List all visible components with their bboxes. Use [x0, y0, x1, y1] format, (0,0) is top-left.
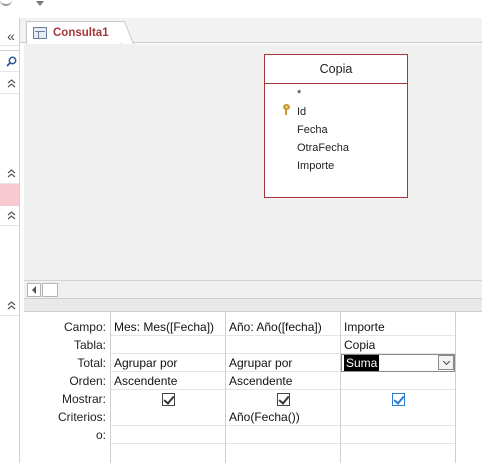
grid-column-3: Importe Copia Suma [340, 312, 455, 463]
expand-up-icon[interactable] [0, 164, 19, 184]
pane-splitter[interactable] [24, 298, 482, 312]
selected-object-marker[interactable] [0, 184, 19, 206]
mostrar-checkbox[interactable] [277, 393, 290, 406]
total-cell[interactable]: Agrupar por [226, 354, 340, 372]
search-icon[interactable] [0, 52, 19, 72]
total-cell[interactable]: Agrupar por [111, 354, 225, 372]
grid-column-1: Mes: Mes([Fecha]) Agrupar por Ascendente [110, 312, 225, 463]
field-list-title[interactable]: Copia [265, 55, 407, 84]
undo-arc-icon[interactable] [0, 0, 12, 6]
scroll-left-icon[interactable] [27, 283, 41, 297]
document-tab-strip: Consulta1 [20, 18, 482, 44]
nav-divider [0, 50, 19, 51]
label-mostrar: Mostrar: [61, 392, 106, 406]
campo-cell[interactable]: Año: Año([fecha]) [226, 318, 340, 336]
scroll-thumb[interactable] [42, 283, 58, 297]
field-all[interactable]: * [297, 88, 301, 100]
mostrar-checkbox[interactable] [162, 393, 175, 406]
dropdown-icon[interactable] [438, 355, 454, 370]
orden-cell[interactable]: Ascendente [226, 372, 340, 390]
tab-consulta1[interactable]: Consulta1 [26, 21, 122, 44]
expand-up-icon[interactable] [0, 296, 19, 316]
field-fecha[interactable]: Fecha [297, 124, 328, 136]
campo-cell[interactable]: Mes: Mes([Fecha]) [111, 318, 225, 336]
row-labels: Campo: Tabla: Total: Orden: Mostrar: Cri… [24, 312, 110, 463]
design-grid: Campo: Tabla: Total: Orden: Mostrar: Cri… [24, 312, 482, 463]
criterios-cell[interactable] [341, 408, 455, 426]
total-value: Suma [344, 354, 380, 371]
field-importe[interactable]: Importe [297, 160, 334, 172]
label-criterios: Criterios: [57, 410, 106, 424]
field-id[interactable]: Id [297, 106, 306, 118]
orden-cell[interactable]: Ascendente [111, 372, 225, 390]
mostrar-checkbox[interactable] [392, 393, 405, 406]
criterios-cell[interactable]: Año(Fecha()) [226, 408, 340, 426]
table-pane: Copia * Id Fecha OtraFecha Importe [24, 44, 482, 280]
label-tabla: Tabla: [73, 338, 106, 352]
grid-column-2: Año: Año([fecha]) Agrupar por Ascendente… [225, 312, 340, 463]
orden-cell[interactable] [341, 372, 455, 390]
field-list-copia[interactable]: Copia * Id Fecha OtraFecha Importe [264, 54, 408, 198]
or-cell[interactable] [341, 426, 455, 444]
key-icon [282, 104, 290, 116]
label-total: Total: [77, 356, 106, 370]
tabla-cell[interactable]: Copia [341, 336, 455, 354]
horizontal-scrollbar[interactable] [24, 280, 482, 298]
tab-label: Consulta1 [53, 27, 109, 39]
top-strip [0, 0, 482, 18]
label-campo: Campo: [63, 320, 106, 334]
navigation-pane: « [0, 18, 20, 463]
query-icon [33, 27, 47, 39]
campo-cell[interactable]: Importe [341, 318, 455, 336]
grid-column-empty[interactable] [455, 312, 482, 463]
label-orden: Orden: [69, 374, 106, 388]
criterios-cell[interactable] [111, 408, 225, 426]
customize-arrow-icon[interactable] [36, 1, 44, 6]
tabla-cell[interactable] [111, 336, 225, 354]
expand-up-icon[interactable] [0, 206, 19, 226]
field-otrafecha[interactable]: OtraFecha [297, 142, 349, 154]
or-cell[interactable] [111, 426, 225, 444]
label-o: o: [95, 428, 106, 442]
expand-up-icon[interactable] [0, 74, 19, 94]
or-cell[interactable] [226, 426, 340, 444]
collapse-icon[interactable]: « [0, 26, 19, 46]
access-query-designer: « Consulta1 Copia * Id Fecha OtraFecha I… [0, 0, 482, 463]
tabla-cell[interactable] [226, 336, 340, 354]
